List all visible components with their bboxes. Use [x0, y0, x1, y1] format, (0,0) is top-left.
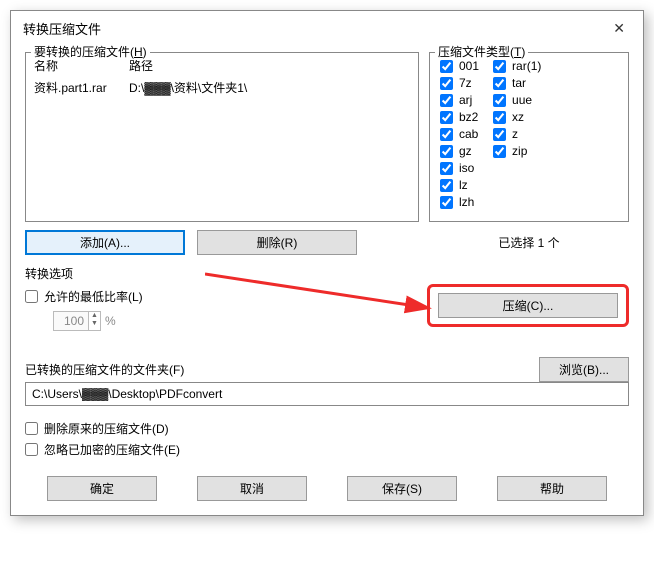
allow-min-ratio-checkbox[interactable]: 允许的最低比率(L)	[25, 288, 143, 305]
file-name: 资料.part1.rar	[34, 79, 129, 96]
highlight-box: 压缩(C)...	[427, 284, 629, 327]
col-path-header: 路径	[129, 57, 410, 74]
dialog-window: 转换压缩文件 ✕ 要转换的压缩文件(H) 名称 路径 资料.part1.rar	[10, 10, 644, 516]
type-checkbox-bz2[interactable]: bz2	[440, 110, 479, 124]
close-icon[interactable]: ✕	[607, 20, 631, 37]
add-button[interactable]: 添加(A)...	[25, 230, 185, 255]
files-group-label: 要转换的压缩文件(H)	[31, 43, 150, 60]
options-section-label: 转换选项	[25, 265, 629, 282]
type-checkbox-lzh[interactable]: lzh	[440, 195, 479, 209]
type-checkbox-z[interactable]: z	[493, 127, 541, 141]
list-item[interactable]: 资料.part1.rar D:\▓▓▓\资料\文件夹1\	[34, 78, 410, 97]
type-checkbox-tar[interactable]: tar	[493, 76, 541, 90]
percent-label: %	[105, 314, 116, 328]
file-path: D:\▓▓▓\资料\文件夹1\	[129, 79, 410, 96]
spinner-down-icon[interactable]: ▼	[89, 320, 100, 328]
type-checkbox-cab[interactable]: cab	[440, 127, 479, 141]
type-checkbox-gz[interactable]: gz	[440, 144, 479, 158]
type-checkbox-iso[interactable]: iso	[440, 161, 479, 175]
type-checkbox-xz[interactable]: xz	[493, 110, 541, 124]
files-listbox[interactable]: 名称 路径 资料.part1.rar D:\▓▓▓\资料\文件夹1\	[25, 52, 419, 222]
save-button[interactable]: 保存(S)	[347, 476, 457, 501]
spinner-up-icon[interactable]: ▲	[89, 312, 100, 320]
folder-label: 已转换的压缩文件的文件夹(F)	[25, 361, 184, 378]
browse-button[interactable]: 浏览(B)...	[539, 357, 629, 382]
ok-button[interactable]: 确定	[47, 476, 157, 501]
type-checkbox-arj[interactable]: arj	[440, 93, 479, 107]
type-checkbox-uue[interactable]: uue	[493, 93, 541, 107]
remove-button[interactable]: 删除(R)	[197, 230, 357, 255]
delete-original-checkbox[interactable]: 删除原来的压缩文件(D)	[25, 420, 629, 437]
type-checkbox-7z[interactable]: 7z	[440, 76, 479, 90]
ratio-input[interactable]	[54, 312, 88, 330]
types-group-label: 压缩文件类型(T)	[435, 43, 528, 60]
type-checkbox-zip[interactable]: zip	[493, 144, 541, 158]
selection-count: 已选择 1 个	[429, 234, 629, 251]
ignore-encrypted-checkbox[interactable]: 忽略已加密的压缩文件(E)	[25, 441, 629, 458]
types-group: 001 7z arj bz2 cab gz iso lz lzh rar(1) tar uue xz z…	[429, 52, 629, 222]
titlebar: 转换压缩文件 ✕	[11, 11, 643, 46]
type-checkbox-001[interactable]: 001	[440, 59, 479, 73]
help-button[interactable]: 帮助	[497, 476, 607, 501]
output-folder-input[interactable]	[25, 382, 629, 406]
dialog-title: 转换压缩文件	[23, 19, 101, 38]
ratio-spinner[interactable]: ▲ ▼	[53, 311, 101, 331]
type-checkbox-rar(1)[interactable]: rar(1)	[493, 59, 541, 73]
compress-button[interactable]: 压缩(C)...	[438, 293, 618, 318]
cancel-button[interactable]: 取消	[197, 476, 307, 501]
type-checkbox-lz[interactable]: lz	[440, 178, 479, 192]
dialog-body: 要转换的压缩文件(H) 名称 路径 资料.part1.rar D:\▓▓▓\资料…	[11, 46, 643, 515]
